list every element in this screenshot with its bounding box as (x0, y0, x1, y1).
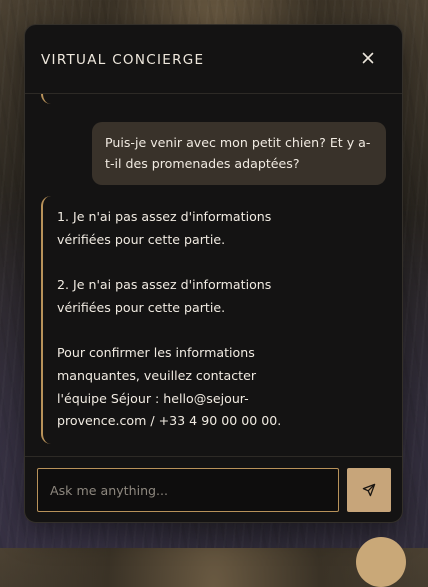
assistant-message-paragraph: 1. Je n'ai pas assez d'informations véri… (57, 209, 272, 247)
chat-composer (25, 456, 402, 522)
chat-header: VIRTUAL CONCIERGE (25, 25, 402, 94)
send-icon (362, 483, 376, 497)
send-button[interactable] (347, 468, 391, 512)
chat-title: VIRTUAL CONCIERGE (41, 52, 205, 68)
close-icon[interactable] (360, 50, 376, 66)
assistant-message: 1. Je n'ai pas assez d'informations véri… (41, 196, 303, 444)
assistant-message-paragraph: 2. Je n'ai pas assez d'informations véri… (57, 277, 272, 315)
previous-message-edge (41, 94, 83, 104)
message-input[interactable] (37, 468, 339, 512)
message-list[interactable]: Puis-je venir avec mon petit chien? Et y… (25, 94, 402, 456)
user-message: Puis-je venir avec mon petit chien? Et y… (92, 122, 386, 185)
assistant-message-paragraph: Pour confirmer les informations manquant… (57, 345, 282, 429)
chat-launcher-button[interactable] (356, 537, 406, 587)
concierge-chat-panel: VIRTUAL CONCIERGE Puis-je venir avec mon… (24, 24, 403, 523)
